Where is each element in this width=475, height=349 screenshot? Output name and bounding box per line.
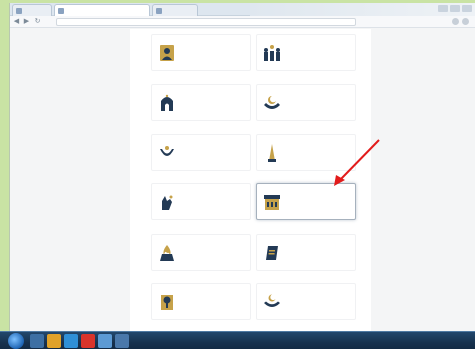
service-card[interactable] [151, 234, 251, 271]
taskbar [0, 331, 475, 349]
browser-tab-active[interactable] [54, 4, 150, 16]
forward-button[interactable]: ▶ [23, 18, 30, 25]
minimize-button[interactable] [438, 5, 448, 12]
start-button[interactable] [8, 333, 24, 349]
service-card-highlighted[interactable] [256, 183, 356, 220]
service-card[interactable] [151, 134, 251, 171]
crescent-hands-icon [264, 294, 280, 307]
favicon-icon [156, 8, 162, 14]
service-card[interactable] [151, 183, 251, 220]
taskbar-app-icon[interactable] [81, 334, 95, 348]
taskbar-app-icon[interactable] [64, 334, 78, 348]
crescent-book-icon [160, 146, 174, 156]
tree-icon [161, 295, 173, 310]
favicon-icon [16, 8, 22, 14]
back-button[interactable]: ◀ [13, 18, 20, 25]
browser-toolbar: ◀ ▶ ↻ [10, 16, 475, 28]
star-icon[interactable] [452, 18, 459, 25]
person-portrait-icon [160, 45, 174, 61]
service-card[interactable] [256, 84, 356, 121]
close-button[interactable] [462, 5, 472, 12]
favicon-icon [58, 8, 64, 14]
building-icon [264, 195, 280, 210]
toolbar-icons [452, 18, 469, 25]
service-card[interactable] [256, 283, 356, 320]
group-people-icon [264, 45, 280, 61]
service-card[interactable] [256, 134, 356, 171]
maximize-button[interactable] [450, 5, 460, 12]
menu-icon[interactable] [462, 18, 469, 25]
taskbar-app-icon[interactable] [47, 334, 61, 348]
taskbar-app-icon[interactable] [30, 334, 44, 348]
service-card[interactable] [256, 34, 356, 71]
hand-icon [162, 195, 173, 210]
service-card[interactable] [151, 84, 251, 121]
fire-hand-icon [160, 245, 174, 261]
address-bar[interactable] [56, 18, 356, 26]
mosque-icon [161, 94, 173, 111]
tab-strip [10, 3, 475, 16]
service-card[interactable] [151, 283, 251, 320]
browser-window: ◀ ▶ ↻ [9, 3, 475, 331]
taskbar-app-icon[interactable] [98, 334, 112, 348]
window-controls [438, 5, 472, 12]
hands-crescent-icon [264, 95, 280, 109]
reload-button[interactable]: ↻ [34, 18, 41, 25]
service-card[interactable] [256, 234, 356, 271]
services-page [130, 29, 371, 331]
tower-icon [268, 144, 276, 162]
service-card[interactable] [151, 34, 251, 71]
document-icon [266, 246, 278, 260]
browser-tab[interactable] [152, 4, 198, 16]
taskbar-app-icon[interactable] [115, 334, 129, 348]
browser-tab[interactable] [12, 4, 52, 16]
